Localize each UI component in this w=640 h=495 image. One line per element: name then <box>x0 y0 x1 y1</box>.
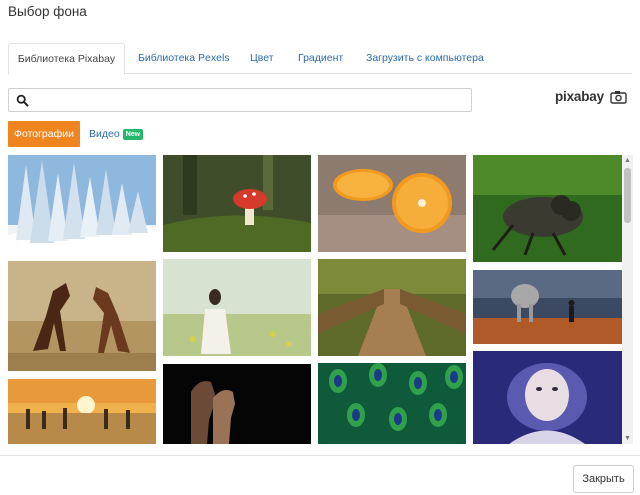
thumb-two-horses[interactable] <box>8 261 156 371</box>
tab-upload[interactable]: Загрузить с компьютера <box>366 43 484 74</box>
pixabay-logo: pixabay <box>555 89 627 107</box>
search-input[interactable] <box>31 92 467 108</box>
scroll-down-arrow-icon[interactable]: ▼ <box>622 433 633 444</box>
thumb-fly-macro[interactable] <box>473 155 622 262</box>
thumb-red-mushroom[interactable] <box>163 155 311 252</box>
tab-gradient[interactable]: Градиент <box>298 43 343 74</box>
tab-pixabay[interactable]: Библиотека Pixabay <box>8 43 125 75</box>
thumb-girl-face-art[interactable] <box>473 351 622 444</box>
source-tabs: Библиотека Pixabay Библиотека Pexels Цве… <box>8 43 632 75</box>
pixabay-logo-text: pixabay <box>555 89 604 104</box>
thumb-snowy-forest[interactable] <box>8 155 156 252</box>
dialog-title: Выбор фона <box>8 4 87 19</box>
new-badge: New <box>122 129 144 140</box>
tab-video[interactable]: Видео New <box>89 121 144 147</box>
tab-color[interactable]: Цвет <box>250 43 274 74</box>
tab-pexels[interactable]: Библиотека Pexels <box>138 43 230 74</box>
gallery-scrollbar[interactable]: ▲ ▼ <box>622 155 633 444</box>
close-button[interactable]: Закрыть <box>573 465 634 493</box>
tab-video-label: Видео <box>89 128 120 140</box>
thumb-couple-profiles[interactable] <box>163 364 311 444</box>
footer-divider <box>0 455 640 456</box>
thumb-peacock-feathers[interactable] <box>318 363 466 444</box>
search-icon[interactable] <box>16 94 29 107</box>
scroll-up-arrow-icon[interactable]: ▲ <box>622 155 633 166</box>
thumb-elephant-and-man[interactable] <box>473 270 622 344</box>
thumb-orange-halves[interactable] <box>318 155 466 252</box>
thumb-wooden-bridge[interactable] <box>318 259 466 356</box>
image-gallery <box>8 155 622 444</box>
scrollbar-thumb[interactable] <box>624 168 631 223</box>
camera-icon <box>610 91 627 104</box>
tab-photos[interactable]: Фотографии <box>8 121 80 147</box>
thumb-woman-in-fog[interactable] <box>163 259 311 356</box>
search-box <box>8 88 472 112</box>
thumb-sunset-silhouettes[interactable] <box>8 379 156 444</box>
